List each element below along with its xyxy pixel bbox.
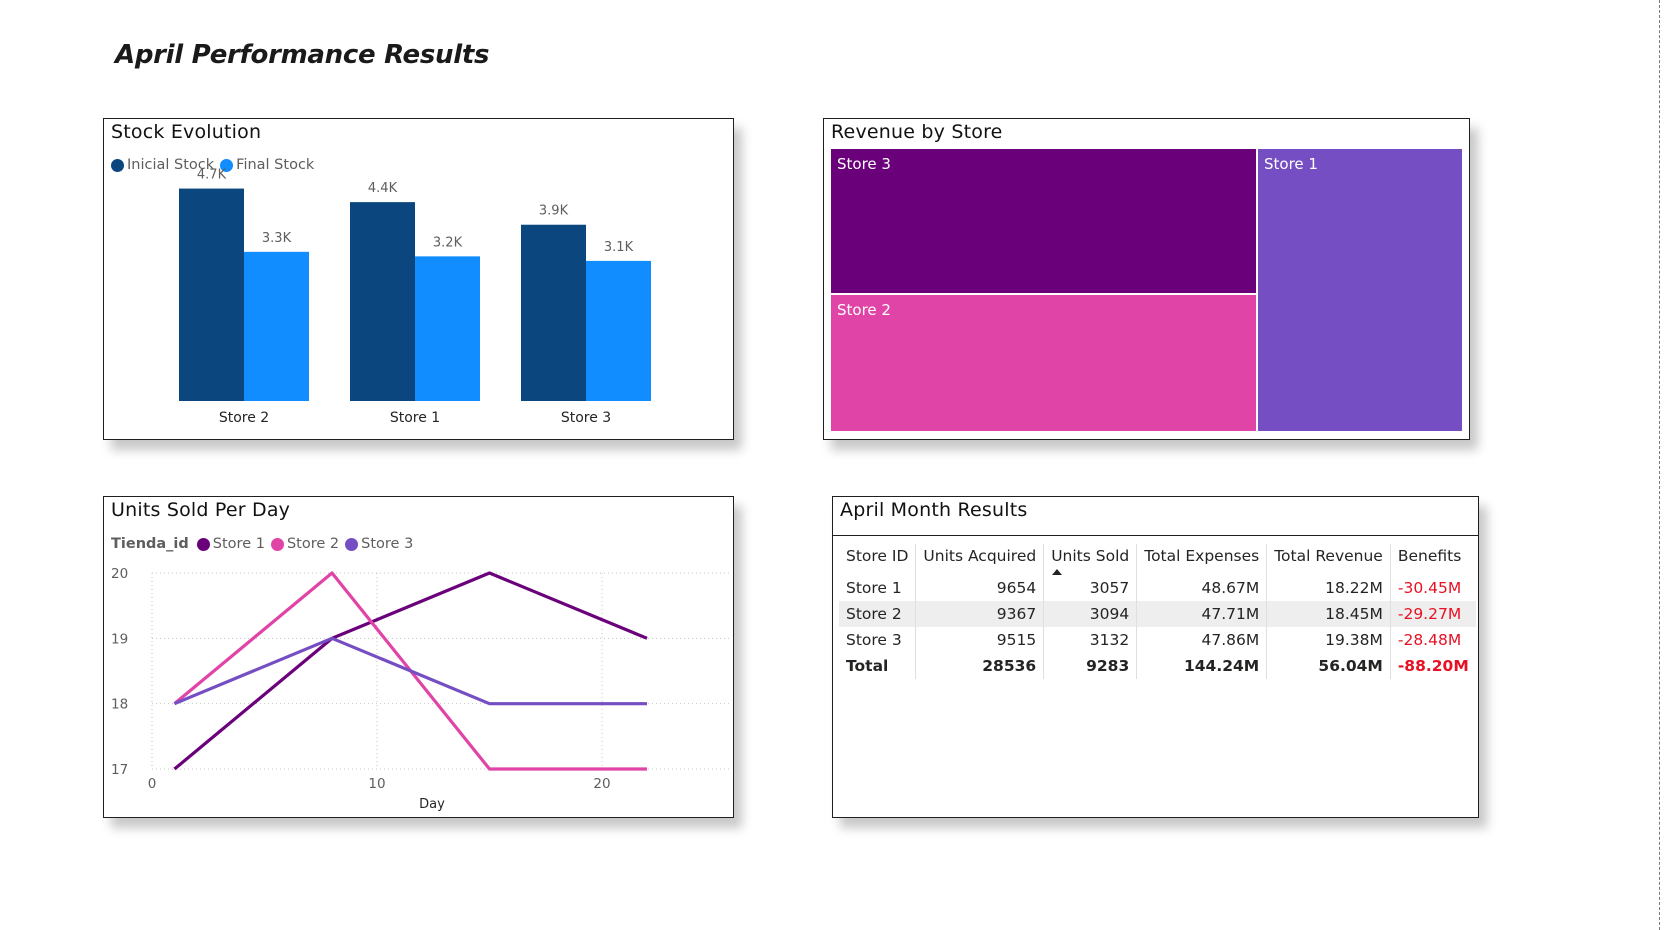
results-title: April Month Results (840, 499, 1028, 521)
cell-store-id: Store 1 (846, 579, 902, 597)
cell-benefits: -29.27M (1389, 601, 1476, 627)
revenue-card[interactable]: Revenue by Store Store 3 Store 2 Store 1 (823, 118, 1470, 440)
cell-total-revenue: 19.38M (1266, 627, 1391, 653)
col-header-store-id[interactable]: Store ID (839, 544, 916, 575)
cell-store-id: Store 2 (839, 601, 916, 627)
cell-total-expenses: 47.86M (1136, 627, 1267, 653)
x-tick-label: 0 (148, 776, 157, 792)
line-series-store-3[interactable] (173, 636, 648, 706)
bar-final-stock-store-2[interactable] (244, 251, 309, 401)
bar-final-stock-store-1[interactable] (415, 256, 480, 401)
cell-units-acquired: 9654 (915, 575, 1044, 601)
col-header-benefits[interactable]: Benefits (1389, 544, 1476, 575)
units-line-chart[interactable]: 17 18 19 20 0 10 20 Day (104, 497, 733, 817)
cell-total-label: Total (846, 657, 889, 675)
x-tick-label: Store 2 (219, 410, 269, 426)
bar-final-stock-store-3[interactable] (586, 260, 651, 401)
bar-data-label: 3.1K (604, 240, 634, 255)
revenue-treemap[interactable]: Store 3 Store 2 Store 1 (830, 148, 1463, 432)
bar-inicial-stock-store-3[interactable] (521, 224, 586, 401)
col-header-units-sold-label: Units Sold (1051, 547, 1130, 565)
revenue-title: Revenue by Store (831, 121, 1003, 143)
y-tick-label: 20 (111, 566, 128, 582)
cell-total-units-acquired: 28536 (915, 653, 1044, 679)
units-sold-card[interactable]: Units Sold Per Day Tienda_id Store 1 Sto… (103, 496, 734, 818)
sort-ascending-icon (1052, 569, 1063, 575)
cell-benefits: -28.48M (1389, 627, 1476, 653)
bar-inicial-stock-store-2[interactable] (179, 188, 244, 401)
treemap-cell-store-2[interactable]: Store 2 (830, 294, 1257, 432)
x-tick-label: Store 3 (561, 410, 611, 426)
x-tick-label: 20 (593, 776, 610, 792)
treemap-label-store-3: Store 3 (837, 155, 891, 173)
table-total-row: Total 28536 9283 144.24M 56.04M -88.20M (839, 653, 1476, 679)
treemap-label-store-1: Store 1 (1264, 155, 1318, 173)
treemap-cell-store-3[interactable]: Store 3 (830, 148, 1257, 294)
bar-data-label: 3.2K (433, 235, 463, 250)
cell-units-sold: 3057 (1043, 575, 1137, 601)
cell-total-expenses-sum: 144.24M (1136, 653, 1267, 679)
treemap-label-store-2: Store 2 (837, 301, 891, 319)
table-row[interactable]: Store 1 9654 3057 48.67M 18.22M -30.45M (839, 575, 1476, 601)
bar-data-label: 3.9K (539, 204, 569, 219)
cell-total-units-sold: 9283 (1043, 653, 1137, 679)
bar-data-label: 4.7K (197, 168, 227, 183)
bar-inicial-stock-store-1[interactable] (350, 202, 415, 401)
col-header-total-expenses[interactable]: Total Expenses (1136, 544, 1267, 575)
bar-data-label: 4.4K (368, 181, 398, 196)
cell-store-id: Store 3 (846, 631, 902, 649)
y-tick-label: 19 (111, 631, 128, 647)
x-axis-title: Day (419, 797, 445, 812)
col-header-units-acquired[interactable]: Units Acquired (915, 544, 1044, 575)
cell-units-acquired: 9367 (915, 601, 1044, 627)
x-tick-label: Store 1 (390, 410, 440, 426)
results-card[interactable]: April Month Results Store ID Units Acqui… (832, 496, 1479, 818)
col-header-units-sold[interactable]: Units Sold (1043, 544, 1137, 575)
x-tick-label: 10 (368, 776, 385, 792)
cell-total-benefits: -88.20M (1389, 653, 1476, 679)
table-row[interactable]: Store 3 9515 3132 47.86M 19.38M -28.48M (839, 627, 1476, 653)
cell-total-revenue: 18.22M (1266, 575, 1391, 601)
cell-units-acquired: 9515 (915, 627, 1044, 653)
results-table[interactable]: Store ID Units Acquired Units Sold Total… (839, 544, 1476, 679)
col-header-total-revenue[interactable]: Total Revenue (1266, 544, 1391, 575)
cell-total-expenses: 48.67M (1136, 575, 1267, 601)
cell-total-revenue-sum: 56.04M (1266, 653, 1391, 679)
bar-data-label: 3.3K (262, 231, 292, 246)
table-row[interactable]: Store 2 9367 3094 47.71M 18.45M -29.27M (839, 601, 1476, 627)
cell-total-expenses: 47.71M (1136, 601, 1267, 627)
cell-units-sold: 3132 (1043, 627, 1137, 653)
y-tick-label: 18 (111, 697, 128, 713)
table-header-row: Store ID Units Acquired Units Sold Total… (839, 544, 1476, 575)
cell-units-sold: 3094 (1043, 601, 1137, 627)
stock-bar-chart[interactable]: 4.7K3.3KStore 24.4K3.2KStore 13.9K3.1KSt… (104, 119, 733, 439)
page-title: April Performance Results (115, 40, 490, 70)
cell-benefits: -30.45M (1389, 575, 1476, 601)
page-edge (1659, 0, 1660, 930)
treemap-cell-store-1[interactable]: Store 1 (1257, 148, 1463, 432)
cell-total-revenue: 18.45M (1266, 601, 1391, 627)
y-tick-label: 17 (111, 762, 128, 778)
stock-evolution-card[interactable]: Stock Evolution Inicial Stock Final Stoc… (103, 118, 734, 440)
